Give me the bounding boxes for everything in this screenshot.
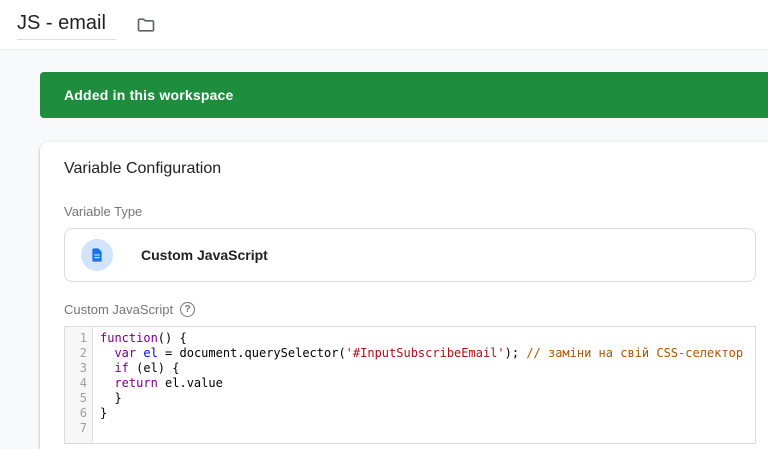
variable-name-title[interactable]: JS - email [17, 10, 116, 40]
code-line: } [100, 391, 122, 405]
line-number: 6 [79, 406, 87, 420]
workspace-status-banner: Added in this workspace [40, 72, 768, 118]
folder-icon [136, 15, 156, 35]
code-field-label: Custom JavaScript [64, 302, 174, 317]
code-line: if (el) { [114, 361, 180, 375]
variable-type-label: Variable Type [64, 204, 143, 219]
line-number: 7 [79, 421, 87, 435]
line-number: 3 [79, 361, 87, 375]
banner-text: Added in this workspace [64, 87, 234, 103]
workspace-area: Added in this workspace Variable Configu… [0, 50, 768, 449]
variable-type-selector[interactable]: Custom JavaScript [64, 228, 756, 282]
code-gutter: 1234567 [65, 327, 93, 443]
line-number: 1 [79, 331, 87, 345]
card-title: Variable Configuration [64, 160, 222, 177]
code-lines: function() { var el = document.querySele… [93, 327, 755, 443]
variable-type-name: Custom JavaScript [141, 247, 268, 263]
code-field-label-row: Custom JavaScript ? [64, 302, 756, 317]
code-editor[interactable]: 1234567 function() { var el = document.q… [64, 326, 756, 444]
code-line: } [100, 406, 108, 420]
custom-javascript-icon [81, 239, 113, 271]
code-line: return el.value [114, 376, 223, 390]
variable-configuration-card: Variable Configuration Variable Type Cus… [40, 142, 768, 449]
help-icon[interactable]: ? [180, 302, 196, 317]
line-number: 4 [79, 376, 87, 390]
folder-button[interactable] [132, 11, 160, 39]
code-line: var el = document.querySelector('#InputS… [114, 346, 744, 360]
code-line: function() { [100, 331, 187, 345]
header: JS - email [0, 0, 768, 50]
line-number: 5 [79, 391, 87, 405]
line-number: 2 [79, 346, 87, 360]
